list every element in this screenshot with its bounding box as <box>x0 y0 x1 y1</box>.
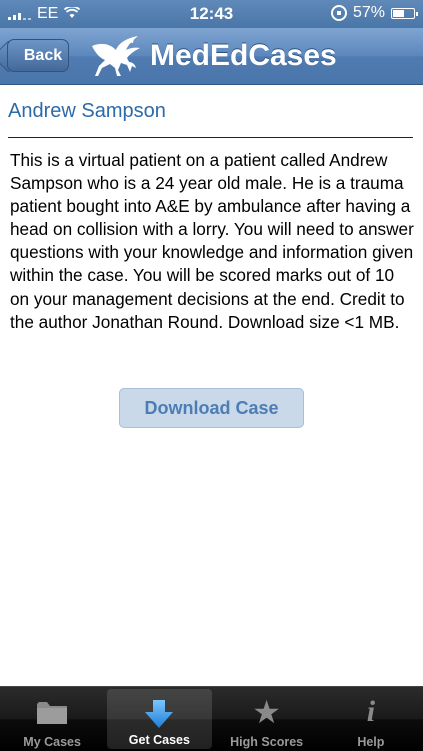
case-description: This is a virtual patient on a patient c… <box>10 150 414 332</box>
tab-label: My Cases <box>23 735 81 749</box>
tab-my-cases[interactable]: My Cases <box>0 687 104 751</box>
info-icon: i <box>366 695 376 728</box>
tab-label: Get Cases <box>128 733 190 747</box>
app-logo: MedEdCases <box>88 32 337 80</box>
status-right: 57% <box>330 4 418 22</box>
tab-get-cases[interactable]: Get Cases <box>107 689 212 749</box>
download-arrow-icon <box>144 699 174 729</box>
tab-label: High Scores <box>230 735 304 749</box>
tab-label: Help <box>357 735 385 749</box>
tab-bar: My Cases Get Cases ★ High Scores i Help <box>0 686 423 751</box>
title-divider <box>8 137 413 138</box>
pegasus-logo-icon <box>92 36 140 76</box>
download-case-label: Download Case <box>144 397 279 418</box>
case-title: Andrew Sampson <box>8 100 166 122</box>
tab-help[interactable]: i Help <box>319 687 423 751</box>
star-icon: ★ <box>252 694 281 730</box>
status-bar: EE 12:43 57% <box>0 0 423 28</box>
navigation-bar: Back MedEdCases <box>0 28 423 85</box>
tab-high-scores[interactable]: ★ High Scores <box>215 687 319 751</box>
download-case-button[interactable]: Download Case <box>119 388 304 428</box>
rotation-lock-icon <box>330 5 347 21</box>
folder-icon <box>35 697 69 727</box>
back-button-label: Back <box>23 46 63 64</box>
app-title: MedEdCases <box>150 39 337 72</box>
back-button[interactable]: Back <box>7 39 69 72</box>
battery-icon <box>391 7 418 19</box>
battery-percent: 57% <box>352 4 385 21</box>
